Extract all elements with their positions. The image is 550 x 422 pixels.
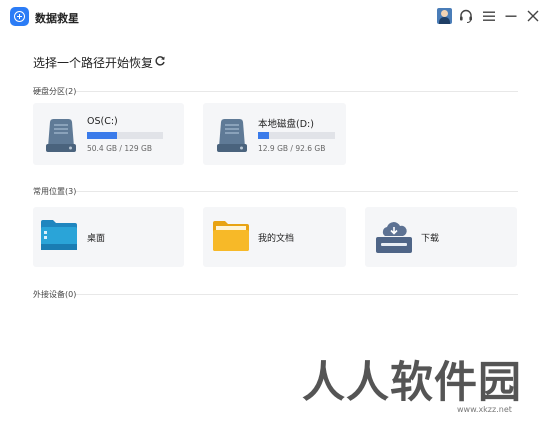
external-group-label: 外接设备(0) (33, 290, 77, 299)
drive-card-d[interactable]: 本地磁盘(D:) 12.9 GB / 92.6 GB (203, 103, 346, 165)
watermark-text: 人人软件园 (302, 358, 522, 408)
drive-usage-bar (258, 132, 335, 139)
title-bar: 数据救星 (0, 0, 550, 34)
location-card-documents[interactable]: 我的文档 (203, 207, 346, 267)
watermark-url: www.xkzz.net (457, 405, 512, 414)
close-icon[interactable] (525, 8, 541, 24)
location-card-downloads[interactable]: 下载 (365, 207, 517, 267)
documents-folder-icon (213, 221, 249, 251)
drive-name: 本地磁盘(D:) (258, 119, 314, 130)
minimize-icon[interactable] (503, 8, 519, 24)
app-title: 数据救星 (35, 12, 79, 25)
common-group-label: 常用位置(3) (33, 187, 77, 196)
download-folder-icon (376, 222, 412, 253)
refresh-icon[interactable] (154, 55, 166, 67)
menu-icon[interactable] (481, 8, 497, 24)
divider (76, 191, 518, 192)
location-name: 下载 (421, 234, 440, 244)
drive-size: 50.4 GB / 129 GB (87, 144, 152, 153)
drive-usage-bar (87, 132, 163, 139)
drive-name: OS(C:) (87, 116, 118, 127)
user-avatar[interactable] (437, 8, 452, 24)
app-logo-icon (10, 7, 29, 26)
headset-icon[interactable] (458, 8, 474, 24)
location-card-desktop[interactable]: 桌面 (33, 207, 184, 267)
drive-card-c[interactable]: OS(C:) 50.4 GB / 129 GB (33, 103, 184, 165)
page-title: 选择一个路径开始恢复 (33, 56, 154, 70)
desktop-folder-icon (41, 220, 77, 250)
hard-drive-icon (46, 119, 76, 152)
hard-drive-icon (217, 119, 247, 152)
divider (76, 294, 518, 295)
disks-group-label: 硬盘分区(2) (33, 87, 77, 96)
divider (76, 91, 518, 92)
drive-size: 12.9 GB / 92.6 GB (258, 144, 326, 153)
location-name: 我的文档 (258, 234, 295, 244)
location-name: 桌面 (87, 234, 106, 244)
